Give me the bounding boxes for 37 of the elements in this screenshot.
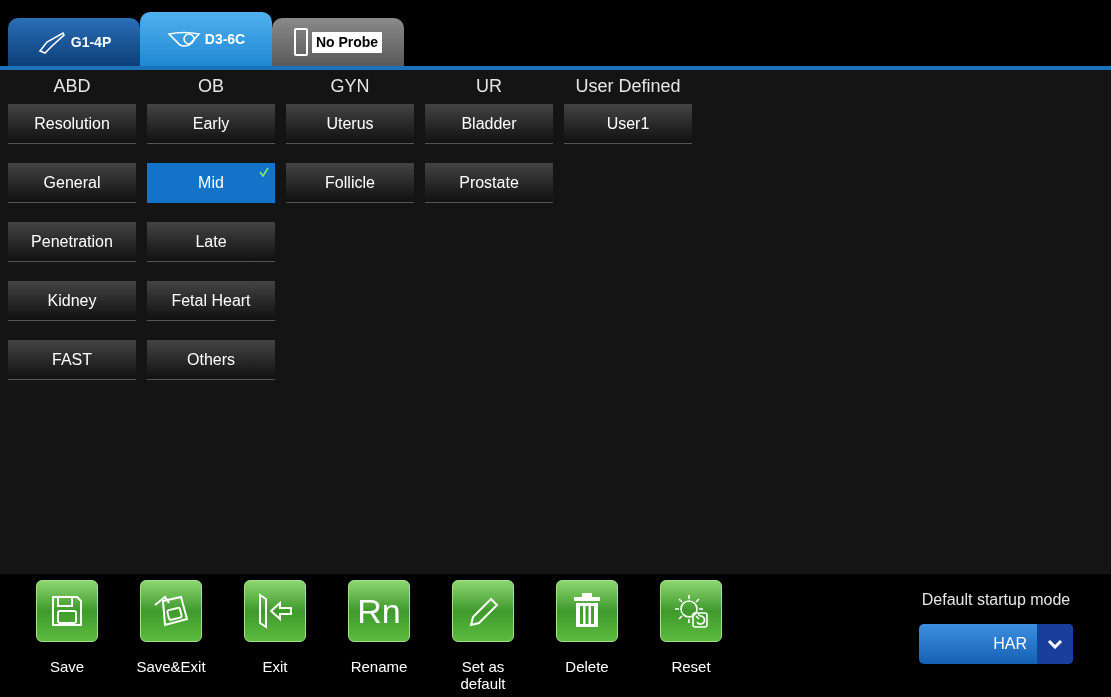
startup-mode-dropdown[interactable]: HAR bbox=[919, 624, 1073, 664]
preset-button[interactable]: Bladder bbox=[425, 104, 553, 144]
toolbar-button[interactable]: Save bbox=[26, 580, 108, 692]
preset-button[interactable]: Mid bbox=[147, 163, 275, 203]
column-header: GYN bbox=[330, 75, 370, 98]
preset-button[interactable]: User1 bbox=[564, 104, 692, 144]
toolbar-button[interactable]: Rn Rename bbox=[338, 580, 420, 692]
preset-button[interactable]: General bbox=[8, 163, 136, 203]
column-header: User Defined bbox=[575, 75, 681, 98]
toolbar-button[interactable]: Exit bbox=[234, 580, 316, 692]
probe-icon bbox=[36, 30, 67, 54]
preset-button[interactable]: Kidney bbox=[8, 281, 136, 321]
probe-tab[interactable]: G1-4P bbox=[8, 18, 140, 66]
preset-button[interactable]: Fetal Heart bbox=[147, 281, 275, 321]
toolbar-button[interactable]: Save&Exit bbox=[130, 580, 212, 692]
probe-tab[interactable]: No Probe bbox=[272, 18, 404, 66]
startup-mode-label: Default startup mode bbox=[921, 590, 1071, 610]
check-icon bbox=[259, 167, 269, 177]
preset-button[interactable]: Prostate bbox=[425, 163, 553, 203]
preset-button[interactable]: Penetration bbox=[8, 222, 136, 262]
chevron-down-icon bbox=[1047, 639, 1063, 649]
probe-icon bbox=[166, 30, 201, 48]
toolbar-button[interactable]: Set as default bbox=[442, 580, 524, 692]
column-header: ABD bbox=[53, 75, 91, 98]
probe-icon bbox=[293, 28, 308, 56]
preset-button[interactable]: Resolution bbox=[8, 104, 136, 144]
toolbar-button[interactable]: Delete bbox=[546, 580, 628, 692]
rename-glyph: Rn bbox=[357, 594, 401, 628]
preset-button[interactable]: FAST bbox=[8, 340, 136, 380]
column-header: OB bbox=[198, 75, 224, 98]
column-header: UR bbox=[476, 75, 502, 98]
preset-button[interactable]: Late bbox=[147, 222, 275, 262]
preset-button[interactable]: Uterus bbox=[286, 104, 414, 144]
preset-button[interactable]: Follicle bbox=[286, 163, 414, 203]
preset-button[interactable]: Others bbox=[147, 340, 275, 380]
toolbar-button[interactable]: Reset bbox=[650, 580, 732, 692]
preset-button[interactable]: Early bbox=[147, 104, 275, 144]
